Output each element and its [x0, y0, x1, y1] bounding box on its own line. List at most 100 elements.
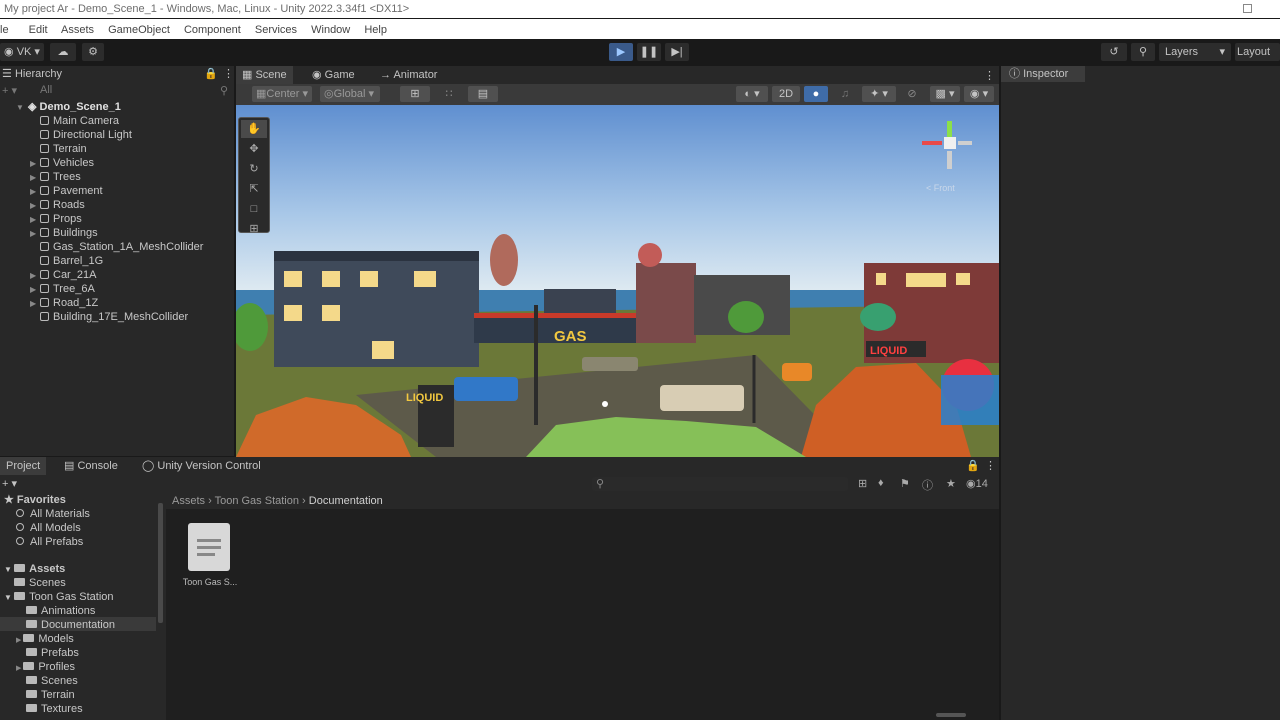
scene-root[interactable]: ▼ ◈ Demo_Scene_1	[16, 100, 121, 115]
menu-gameobject[interactable]: GameObject	[108, 24, 170, 36]
folder-item[interactable]: Textures	[26, 702, 83, 716]
star-icon[interactable]: ★	[946, 477, 956, 490]
hierarchy-item[interactable]: Directional Light	[40, 128, 132, 142]
scene-viewport[interactable]: GAS LIQUID LIQUID ✋ ✥ ↻ ⇱ □ ⊞ < Front	[236, 105, 999, 457]
scale-tool-icon[interactable]: ⇱	[241, 180, 267, 198]
add-icon[interactable]: + ▾	[2, 477, 17, 490]
folder-item-selected[interactable]: Documentation	[26, 618, 115, 632]
project-search-input[interactable]: ⚲	[592, 477, 848, 491]
expand-arrow[interactable]: ▶	[16, 665, 23, 672]
search-by-label-icon[interactable]: ♦	[878, 477, 884, 489]
folder-item[interactable]: Scenes	[14, 576, 66, 590]
info-icon[interactable]: ⓘ	[922, 477, 933, 493]
play-button[interactable]: ▶	[609, 43, 633, 61]
menu-help[interactable]: Help	[364, 24, 387, 36]
hierarchy-item[interactable]: Barrel_1G	[40, 254, 103, 268]
breadcrumb-documentation[interactable]: Documentation	[309, 495, 383, 507]
history-icon[interactable]: ↺	[1101, 43, 1127, 61]
effects-dropdown[interactable]: ✦ ▾	[862, 86, 896, 102]
favorite-item[interactable]: All Prefabs	[16, 535, 83, 549]
hand-tool-icon[interactable]: ✋	[241, 120, 267, 138]
layout-dropdown[interactable]: Layout	[1235, 43, 1280, 61]
hierarchy-item[interactable]: ▶ Road_1Z	[30, 296, 98, 310]
pause-button[interactable]: ❚❚	[637, 43, 661, 61]
hierarchy-item[interactable]: ▶ Car_21A	[30, 268, 96, 282]
expand-arrow[interactable]: ▶	[30, 157, 36, 171]
maximize-button[interactable]	[1243, 4, 1252, 13]
tab-version-control[interactable]: ◯ Unity Version Control	[136, 457, 267, 475]
settings-icon[interactable]: ⚙	[82, 43, 104, 61]
expand-arrow[interactable]: ▼	[4, 565, 14, 574]
folder-item[interactable]: Scenes	[26, 674, 78, 688]
transform-tool-icon[interactable]: ⊞	[241, 220, 267, 238]
folder-item[interactable]: ▶ Models	[16, 632, 74, 646]
space-dropdown[interactable]: ◎Global ▾	[320, 86, 380, 102]
move-tool-icon[interactable]: ✥	[241, 140, 267, 158]
expand-arrow[interactable]: ▶	[30, 185, 36, 199]
expand-arrow[interactable]: ▶	[30, 213, 36, 227]
expand-arrow[interactable]: ▶	[30, 171, 36, 185]
hierarchy-item[interactable]: ▶ Roads	[30, 198, 85, 212]
2d-toggle[interactable]: 2D	[772, 86, 800, 102]
tab-project[interactable]: Project	[0, 457, 47, 475]
draw-mode-dropdown[interactable]: ◐ ▾	[736, 86, 768, 102]
tab-console[interactable]: ▤ Console	[58, 457, 124, 475]
gizmos-dropdown[interactable]: ◉ ▾	[964, 86, 994, 102]
hierarchy-item[interactable]: Building_17E_MeshCollider	[40, 310, 188, 324]
hierarchy-item[interactable]: Gas_Station_1A_MeshCollider	[40, 240, 203, 254]
assets-header[interactable]: ▼ Assets	[4, 562, 65, 576]
search-icon[interactable]: ⚲	[1131, 43, 1155, 61]
visibility-toggle[interactable]: ⊘	[900, 86, 924, 102]
camera-dropdown[interactable]: ▩ ▾	[930, 86, 960, 102]
hierarchy-item[interactable]: Main Camera	[40, 114, 119, 128]
add-icon[interactable]: + ▾	[2, 85, 17, 97]
account-dropdown[interactable]: ◉ VK ▾	[0, 43, 44, 61]
expand-arrow[interactable]: ▼	[16, 101, 24, 115]
folder-item[interactable]: ▼ Toon Gas Station	[4, 590, 114, 604]
asset-file[interactable]: Toon Gas S...	[178, 523, 238, 591]
menu-file[interactable]: le	[0, 24, 9, 36]
hierarchy-item[interactable]: ▶ Trees	[30, 170, 81, 184]
grid-button[interactable]: ∷	[434, 86, 464, 102]
expand-arrow[interactable]: ▶	[30, 297, 36, 311]
hierarchy-item[interactable]: ▶ Vehicles	[30, 156, 94, 170]
rotate-tool-icon[interactable]: ↻	[241, 160, 267, 178]
expand-arrow[interactable]: ▶	[30, 269, 36, 283]
tab-scene[interactable]: ▦ Scene	[236, 66, 293, 84]
pivot-dropdown[interactable]: ▦Center ▾	[252, 86, 312, 102]
tab-game[interactable]: ◉ Game	[306, 66, 361, 84]
lock-icon[interactable]: 🔒	[204, 66, 218, 82]
breadcrumb-toon-gas-station[interactable]: Toon Gas Station	[215, 495, 299, 507]
search-by-type-icon[interactable]: ⊞	[858, 477, 867, 490]
folder-item[interactable]: Terrain	[26, 688, 75, 702]
step-button[interactable]: ▶|	[665, 43, 689, 61]
search-input[interactable]: All	[40, 84, 52, 96]
folder-item[interactable]: ▶ Profiles	[16, 660, 75, 674]
folder-item[interactable]: Animations	[26, 604, 95, 618]
more-icon[interactable]: ⋮	[985, 459, 996, 472]
hierarchy-item[interactable]: ▶ Pavement	[30, 184, 103, 198]
visibility-count[interactable]: ◉14	[966, 477, 988, 490]
folder-item[interactable]: Prefabs	[26, 646, 79, 660]
breadcrumb-assets[interactable]: Assets	[172, 495, 205, 507]
expand-arrow[interactable]: ▼	[4, 593, 14, 602]
menu-component[interactable]: Component	[184, 24, 241, 36]
hierarchy-item[interactable]: ▶ Buildings	[30, 226, 98, 240]
snap-button[interactable]: ⊞	[400, 86, 430, 102]
orientation-gizmo[interactable]: < Front	[916, 117, 986, 199]
tag-icon[interactable]: ⚑	[900, 477, 910, 490]
hierarchy-item[interactable]: ▶ Tree_6A	[30, 282, 95, 296]
tab-animator[interactable]: → Animator	[374, 66, 443, 84]
favorite-item[interactable]: All Models	[16, 521, 81, 535]
favorite-item[interactable]: All Materials	[16, 507, 90, 521]
expand-arrow[interactable]: ▶	[30, 227, 36, 241]
hierarchy-search[interactable]: + ▾ All ⚲	[2, 84, 232, 98]
tree-scrollbar[interactable]	[158, 503, 163, 623]
menu-edit[interactable]: Edit	[29, 24, 48, 36]
expand-arrow[interactable]: ▶	[30, 283, 36, 297]
more-icon[interactable]: ⋮	[223, 66, 234, 82]
menu-window[interactable]: Window	[311, 24, 350, 36]
cloud-icon[interactable]: ☁	[50, 43, 76, 61]
inspector-tab[interactable]: ⓘ Inspector	[1001, 66, 1085, 82]
menu-services[interactable]: Services	[255, 24, 297, 36]
